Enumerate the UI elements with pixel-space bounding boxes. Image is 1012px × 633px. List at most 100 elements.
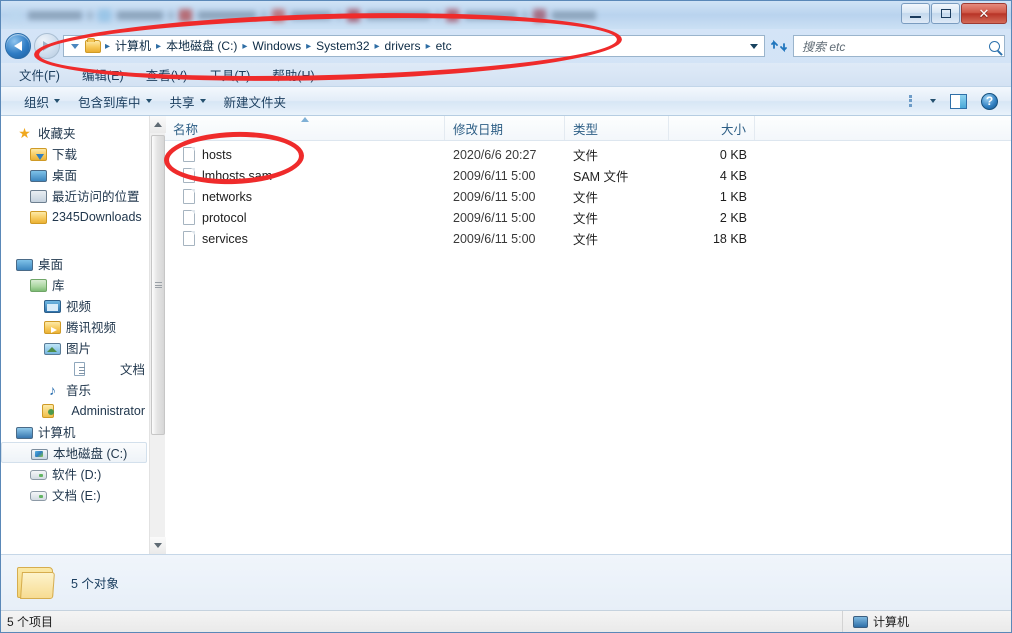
desktop-icon — [30, 169, 47, 182]
address-history-dropdown[interactable] — [746, 43, 762, 49]
cell-name[interactable]: protocol — [165, 210, 445, 225]
sidebar-label: Administrator — [71, 403, 145, 418]
column-header-type[interactable]: 类型 — [565, 116, 669, 140]
back-button[interactable] — [5, 33, 31, 59]
navigation-pane-scrollbar[interactable] — [149, 116, 166, 554]
sidebar-item-recent-places[interactable]: 最近访问的位置 — [1, 185, 149, 206]
table-row[interactable]: networks 2009/6/11 5:00 文件 1 KB — [165, 186, 1011, 207]
breadcrumb-separator-2[interactable]: ▸ — [241, 41, 248, 52]
folder-icon — [15, 565, 57, 601]
sidebar-label: 音乐 — [66, 384, 92, 398]
chevron-down-icon — [750, 43, 758, 49]
sidebar-item-pictures[interactable]: 图片 — [1, 337, 149, 358]
cell-name[interactable]: networks — [165, 189, 445, 204]
column-header-name[interactable]: 名称 — [165, 116, 445, 140]
breadcrumb-dropdown-button[interactable] — [67, 37, 82, 55]
sidebar-item-music[interactable]: ♪ 音乐 — [1, 379, 149, 400]
sidebar-label: 计算机 — [38, 426, 76, 440]
breadcrumb-item-3[interactable]: System32 — [313, 36, 372, 56]
file-icon — [183, 147, 195, 162]
scroll-up-button[interactable] — [150, 116, 166, 133]
address-bar[interactable]: ▸ 计算机 ▸ 本地磁盘 (C:) ▸ Windows ▸ System32 ▸… — [63, 35, 765, 57]
breadcrumb-item-1[interactable]: 本地磁盘 (C:) — [163, 36, 240, 56]
menu-bar: 文件(F) 编辑(E) 查看(V) 工具(T) 帮助(H) — [1, 63, 1011, 86]
table-row[interactable]: services 2009/6/11 5:00 文件 18 KB — [165, 228, 1011, 249]
organize-button[interactable]: 组织 — [15, 89, 69, 114]
sidebar-item-downloads[interactable]: 下载 — [1, 143, 149, 164]
forward-button[interactable] — [34, 33, 60, 59]
share-button[interactable]: 共享 — [161, 89, 215, 114]
sidebar-item-desktop-root[interactable]: 桌面 — [1, 253, 149, 274]
cell-name[interactable]: hosts — [165, 147, 445, 162]
share-label: 共享 — [169, 95, 195, 110]
sidebar-item-drive-d[interactable]: 软件 (D:) — [1, 463, 149, 484]
status-location: 计算机 — [843, 613, 1011, 630]
scrollbar-thumb[interactable] — [151, 135, 165, 435]
table-row[interactable]: hosts 2020/6/6 20:27 文件 0 KB — [165, 144, 1011, 165]
cell-size: 1 KB — [719, 189, 747, 204]
menu-help[interactable]: 帮助(H) — [272, 65, 314, 84]
sidebar-item-videos[interactable]: 视频 — [1, 295, 149, 316]
chevron-down-icon — [199, 99, 206, 103]
explorer-body: ★ 收藏夹 下载 桌面 最近访问的位置 2345Downloads 桌面 库 视频… — [1, 116, 1011, 554]
search-input[interactable]: 搜索 etc — [802, 38, 985, 55]
include-in-library-label: 包含到库中 — [78, 95, 141, 110]
column-header-size[interactable]: 大小 — [669, 116, 755, 140]
menu-view[interactable]: 查看(V) — [146, 65, 188, 84]
refresh-button[interactable] — [768, 35, 790, 57]
scroll-down-button[interactable] — [150, 537, 166, 554]
sidebar-item-drive-e[interactable]: 文档 (E:) — [1, 484, 149, 505]
video-icon — [44, 300, 61, 313]
title-bar: ✕ — [1, 1, 1011, 29]
command-bar: 组织 包含到库中 共享 新建文件夹 ? — [1, 86, 1011, 116]
sidebar-item-2345downloads[interactable]: 2345Downloads — [1, 206, 149, 227]
breadcrumb-item-4[interactable]: drivers — [382, 36, 424, 56]
organize-label: 组织 — [24, 95, 50, 110]
column-header-filler — [755, 116, 1011, 140]
sidebar-item-administrator[interactable]: Administrator — [1, 400, 149, 421]
help-button[interactable]: ? — [974, 91, 1005, 112]
breadcrumb-item-5[interactable]: etc — [433, 36, 455, 56]
sidebar-item-libraries[interactable]: 库 — [1, 274, 149, 295]
column-header-date[interactable]: 修改日期 — [445, 116, 565, 140]
breadcrumb-item-2[interactable]: Windows — [249, 36, 304, 56]
sidebar-item-computer[interactable]: 计算机 — [1, 421, 149, 442]
sidebar-item-documents[interactable]: 文档 — [1, 358, 149, 379]
include-in-library-button[interactable]: 包含到库中 — [69, 89, 161, 114]
table-row[interactable]: lmhosts.sam 2009/6/11 5:00 SAM 文件 4 KB — [165, 165, 1011, 186]
breadcrumb-separator-4[interactable]: ▸ — [374, 41, 381, 52]
sidebar-item-desktop[interactable]: 桌面 — [1, 164, 149, 185]
cell-name[interactable]: lmhosts.sam — [165, 168, 445, 183]
menu-file[interactable]: 文件(F) — [19, 65, 60, 84]
sidebar-item-tencent-video[interactable]: 腾讯视频 — [1, 316, 149, 337]
table-row[interactable]: protocol 2009/6/11 5:00 文件 2 KB — [165, 207, 1011, 228]
close-button[interactable]: ✕ — [961, 3, 1007, 24]
maximize-button[interactable] — [931, 3, 960, 24]
search-box[interactable]: 搜索 etc — [793, 35, 1005, 57]
breadcrumb-separator-1[interactable]: ▸ — [155, 41, 162, 52]
refresh-icon — [770, 39, 787, 52]
file-name: services — [202, 231, 248, 246]
new-folder-label: 新建文件夹 — [223, 95, 287, 110]
help-icon: ? — [981, 92, 998, 110]
file-list-pane: 名称 修改日期 类型 大小 hosts 2020/6/6 20:27 文件 0 … — [165, 116, 1011, 554]
menu-edit[interactable]: 编辑(E) — [82, 65, 124, 84]
cell-name[interactable]: services — [165, 231, 445, 246]
pictures-icon — [44, 342, 61, 355]
change-view-button[interactable] — [902, 93, 943, 110]
preview-pane-button[interactable] — [943, 92, 974, 111]
minimize-button[interactable] — [901, 3, 930, 24]
new-folder-button[interactable]: 新建文件夹 — [215, 89, 296, 114]
star-icon: ★ — [18, 124, 31, 141]
chevron-down-icon — [54, 99, 61, 103]
sidebar-label: 2345Downloads — [52, 209, 142, 224]
sidebar-item-local-disk-c[interactable]: 本地磁盘 (C:) — [1, 442, 147, 463]
column-label: 大小 — [720, 122, 746, 137]
menu-tools[interactable]: 工具(T) — [209, 65, 250, 84]
navigation-pane: ★ 收藏夹 下载 桌面 最近访问的位置 2345Downloads 桌面 库 视频… — [1, 116, 149, 554]
breadcrumb-item-0[interactable]: 计算机 — [112, 36, 154, 56]
breadcrumb-separator-3[interactable]: ▸ — [305, 41, 312, 52]
breadcrumb-separator-5[interactable]: ▸ — [425, 41, 432, 52]
sidebar-label: 下载 — [52, 148, 78, 162]
sidebar-item-favorites[interactable]: ★ 收藏夹 — [1, 122, 149, 143]
